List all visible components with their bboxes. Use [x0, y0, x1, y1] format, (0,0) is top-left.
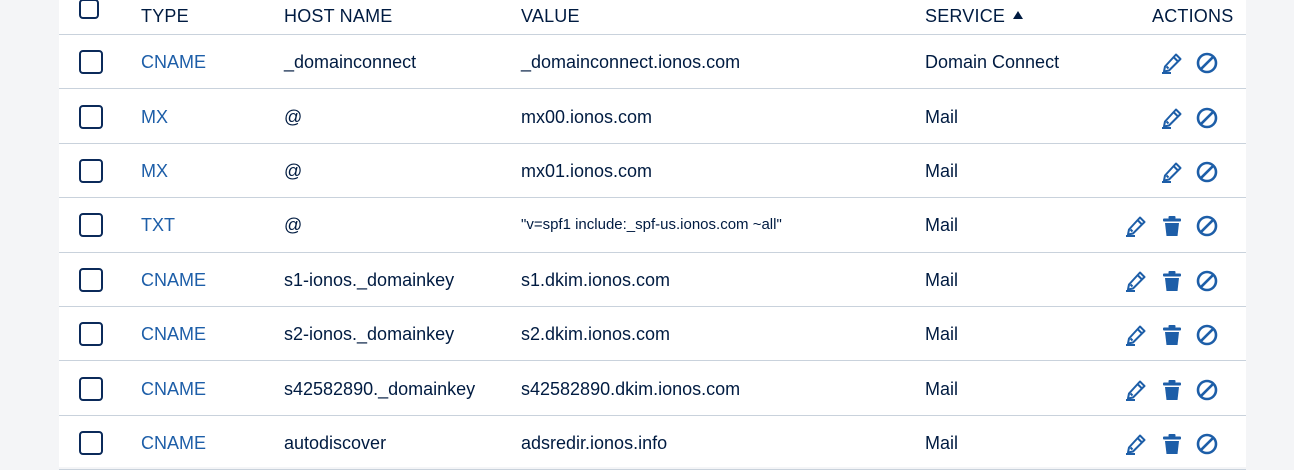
row-select-checkbox[interactable] — [79, 376, 103, 401]
record-value: _domainconnect.ionos.com — [521, 52, 741, 73]
delete-icon[interactable] — [1160, 269, 1184, 293]
edit-icon[interactable] — [1160, 51, 1184, 75]
edit-icon[interactable] — [1160, 106, 1184, 130]
record-host-name: s42582890._domainkey — [284, 378, 476, 399]
disable-icon[interactable] — [1195, 214, 1219, 238]
row-select-checkbox[interactable] — [79, 430, 103, 455]
record-type-link[interactable]: CNAME — [141, 379, 206, 399]
record-type-link[interactable]: CNAME — [141, 433, 206, 453]
edit-icon[interactable] — [1160, 160, 1184, 184]
disable-icon[interactable] — [1195, 106, 1219, 130]
row-select-checkbox[interactable] — [79, 104, 103, 129]
record-service: Domain Connect — [925, 52, 1060, 73]
column-header-type[interactable]: TYPE — [141, 6, 189, 26]
record-host-name: s1-ionos._domainkey — [284, 269, 455, 290]
record-type-link[interactable]: CNAME — [141, 52, 206, 72]
column-header-value[interactable]: VALUE — [521, 6, 580, 26]
record-type-link[interactable]: TXT — [141, 215, 175, 235]
column-header-actions: ACTIONS — [1152, 6, 1234, 26]
record-value: "v=spf1 include:_spf-us.ionos.com ~all" — [521, 216, 782, 234]
table-row: MX @ mx00.ionos.com Mail — [59, 89, 1246, 144]
delete-icon[interactable] — [1160, 378, 1184, 402]
record-host-name: @ — [284, 160, 303, 181]
edit-icon[interactable] — [1124, 214, 1148, 238]
record-value: s2.dkim.ionos.com — [521, 324, 671, 345]
table-row: CNAME s2-ionos._domainkey s2.dkim.ionos.co… — [59, 307, 1246, 362]
delete-icon[interactable] — [1160, 432, 1184, 456]
table-row: TXT @ "v=spf1 include:_spf-us.ionos.com ~a… — [59, 198, 1246, 253]
edit-icon[interactable] — [1124, 323, 1148, 347]
column-header-host-name[interactable]: HOST NAME — [284, 6, 392, 26]
record-host-name: @ — [284, 215, 303, 236]
record-service: Mail — [925, 160, 959, 181]
table-header: TYPE HOST NAME VALUE SERVICE ACTIONS — [59, 0, 1246, 35]
table-row: CNAME autodiscover adsredir.ionos.info Mail — [59, 416, 1246, 470]
dns-records-table: TYPE HOST NAME VALUE SERVICE ACTIONS CNA… — [59, 0, 1246, 470]
column-header-service[interactable]: SERVICE — [925, 6, 1024, 26]
record-service: Mail — [925, 378, 959, 399]
sort-ascending-icon — [1013, 11, 1024, 19]
column-header-service-label: SERVICE — [925, 6, 1006, 26]
record-service: Mail — [925, 324, 959, 345]
record-type-link[interactable]: MX — [141, 107, 168, 127]
record-value: s42582890.dkim.ionos.com — [521, 378, 741, 399]
record-type-link[interactable]: CNAME — [141, 270, 206, 290]
record-service: Mail — [925, 106, 959, 127]
table-row: CNAME s1-ionos._domainkey s1.dkim.ionos.co… — [59, 253, 1246, 307]
record-value: mx01.ionos.com — [521, 160, 653, 181]
table-row: CNAME s42582890._domainkey s42582890.dkim.… — [59, 361, 1246, 416]
record-value: adsredir.ionos.info — [521, 432, 668, 453]
record-value: mx00.ionos.com — [521, 106, 653, 127]
row-select-checkbox[interactable] — [79, 322, 103, 347]
delete-icon[interactable] — [1160, 214, 1184, 238]
disable-icon[interactable] — [1195, 323, 1219, 347]
record-host-name: _domainconnect — [284, 52, 417, 73]
row-select-checkbox[interactable] — [79, 213, 103, 238]
record-value: s1.dkim.ionos.com — [521, 269, 671, 290]
row-select-checkbox[interactable] — [79, 50, 103, 75]
disable-icon[interactable] — [1195, 432, 1219, 456]
edit-icon[interactable] — [1124, 378, 1148, 402]
table-row: MX @ mx01.ionos.com Mail — [59, 144, 1246, 199]
select-all-checkbox[interactable] — [79, 0, 99, 19]
disable-icon[interactable] — [1195, 51, 1219, 75]
row-select-checkbox[interactable] — [79, 267, 103, 292]
record-host-name: @ — [284, 106, 303, 127]
record-service: Mail — [925, 432, 959, 453]
record-host-name: autodiscover — [284, 432, 387, 453]
record-type-link[interactable]: MX — [141, 161, 168, 181]
row-select-checkbox[interactable] — [79, 158, 103, 183]
record-host-name: s2-ionos._domainkey — [284, 324, 455, 345]
disable-icon[interactable] — [1195, 378, 1219, 402]
disable-icon[interactable] — [1195, 160, 1219, 184]
table-row: CNAME _domainconnect _domainconnect.ionos.… — [59, 35, 1246, 90]
edit-icon[interactable] — [1124, 432, 1148, 456]
delete-icon[interactable] — [1160, 323, 1184, 347]
edit-icon[interactable] — [1124, 269, 1148, 293]
record-service: Mail — [925, 215, 959, 236]
disable-icon[interactable] — [1195, 269, 1219, 293]
record-type-link[interactable]: CNAME — [141, 324, 206, 344]
record-service: Mail — [925, 269, 959, 290]
